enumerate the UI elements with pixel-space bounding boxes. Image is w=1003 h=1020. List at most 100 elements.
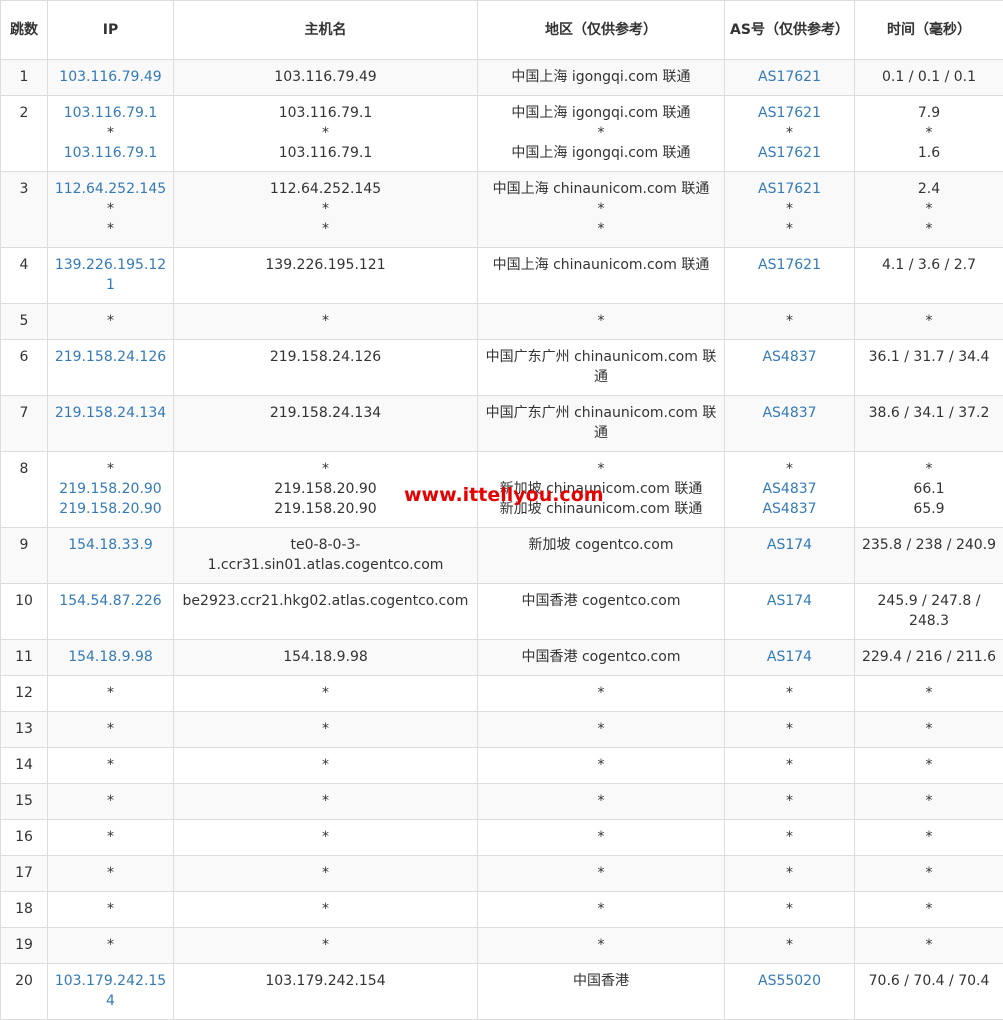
cell-time-line: * xyxy=(859,899,999,919)
cell-hop: 13 xyxy=(1,712,48,748)
asn-link[interactable]: AS55020 xyxy=(729,971,850,991)
asn-link[interactable]: AS4837 xyxy=(729,499,850,519)
cell-ip: 139.226.195.121 xyxy=(48,248,174,304)
cell-time: 2.4** xyxy=(855,172,1003,248)
ip-link[interactable]: 219.158.20.90 xyxy=(52,479,169,499)
cell-hop: 4 xyxy=(1,248,48,304)
asn-link: * xyxy=(729,899,850,919)
cell-asn: AS174 xyxy=(725,528,855,584)
asn-link[interactable]: AS4837 xyxy=(729,479,850,499)
cell-asn: *AS4837AS4837 xyxy=(725,452,855,528)
cell-hostname: 103.116.79.49 xyxy=(174,60,478,96)
ip-link[interactable]: 219.158.20.90 xyxy=(52,499,169,519)
cell-time: 38.6 / 34.1 / 37.2 xyxy=(855,396,1003,452)
cell-hop: 18 xyxy=(1,892,48,928)
asn-link[interactable]: AS174 xyxy=(729,647,850,667)
asn-link: * xyxy=(729,863,850,883)
table-row: 20103.179.242.154103.179.242.154中国香港AS55… xyxy=(1,964,1003,1020)
ip-link: * xyxy=(52,755,169,775)
cell-ip: * xyxy=(48,928,174,964)
asn-link[interactable]: AS174 xyxy=(729,535,850,555)
cell-region-line: * xyxy=(482,123,720,143)
cell-hostname-line: * xyxy=(178,459,473,479)
ip-link: * xyxy=(52,863,169,883)
asn-link: * xyxy=(729,219,850,239)
traceroute-table: 跳数 IP 主机名 地区（仅供参考） AS号（仅供参考） 时间（毫秒） 1103… xyxy=(0,0,1003,1020)
cell-hostname: te0-8-0-3-1.ccr31.sin01.atlas.cogentco.c… xyxy=(174,528,478,584)
cell-region: 中国上海 igongqi.com 联通 xyxy=(478,60,725,96)
ip-link[interactable]: 154.18.33.9 xyxy=(52,535,169,555)
cell-hostname: 103.116.79.1*103.116.79.1 xyxy=(174,96,478,172)
cell-region: 中国广东广州 chinaunicom.com 联通 xyxy=(478,396,725,452)
table-row: 2103.116.79.1*103.116.79.1103.116.79.1*1… xyxy=(1,96,1003,172)
ip-link[interactable]: 103.116.79.1 xyxy=(52,143,169,163)
cell-region-line: * xyxy=(482,219,720,239)
cell-hostname: * xyxy=(174,748,478,784)
cell-time-line: 245.9 / 247.8 / 248.3 xyxy=(859,591,999,631)
cell-ip: * xyxy=(48,856,174,892)
table-row: 4139.226.195.121139.226.195.121中国上海 chin… xyxy=(1,248,1003,304)
cell-time-line: 0.1 / 0.1 / 0.1 xyxy=(859,67,999,87)
cell-hostname-line: 103.179.242.154 xyxy=(178,971,473,991)
cell-region: * xyxy=(478,712,725,748)
cell-time: 0.1 / 0.1 / 0.1 xyxy=(855,60,1003,96)
cell-hostname-line: * xyxy=(178,311,473,331)
table-row: 17***** xyxy=(1,856,1003,892)
cell-time-line: * xyxy=(859,935,999,955)
cell-hop: 8 xyxy=(1,452,48,528)
asn-link[interactable]: AS174 xyxy=(729,591,850,611)
asn-link[interactable]: AS17621 xyxy=(729,255,850,275)
cell-time: * xyxy=(855,712,1003,748)
table-row: 12***** xyxy=(1,676,1003,712)
asn-link[interactable]: AS4837 xyxy=(729,403,850,423)
table-row: 13***** xyxy=(1,712,1003,748)
cell-region-line: 中国上海 igongqi.com 联通 xyxy=(482,143,720,163)
asn-link[interactable]: AS17621 xyxy=(729,143,850,163)
asn-link: * xyxy=(729,123,850,143)
cell-hostname-line: 112.64.252.145 xyxy=(178,179,473,199)
ip-link[interactable]: 219.158.24.126 xyxy=(52,347,169,367)
cell-time-line: * xyxy=(859,683,999,703)
table-row: 6219.158.24.126219.158.24.126中国广东广州 chin… xyxy=(1,340,1003,396)
ip-link[interactable]: 103.116.79.1 xyxy=(52,103,169,123)
cell-time-line: 1.6 xyxy=(859,143,999,163)
asn-link: * xyxy=(729,791,850,811)
cell-region-line: 中国上海 igongqi.com 联通 xyxy=(482,67,720,87)
asn-link[interactable]: AS4837 xyxy=(729,347,850,367)
cell-hop: 17 xyxy=(1,856,48,892)
cell-hop: 1 xyxy=(1,60,48,96)
ip-link[interactable]: 219.158.24.134 xyxy=(52,403,169,423)
ip-link[interactable]: 154.18.9.98 xyxy=(52,647,169,667)
asn-link[interactable]: AS17621 xyxy=(729,179,850,199)
cell-region: 中国上海 igongqi.com 联通*中国上海 igongqi.com 联通 xyxy=(478,96,725,172)
ip-link: * xyxy=(52,683,169,703)
header-hostname: 主机名 xyxy=(174,1,478,60)
asn-link[interactable]: AS17621 xyxy=(729,103,850,123)
ip-link[interactable]: 112.64.252.145 xyxy=(52,179,169,199)
cell-region-line: * xyxy=(482,863,720,883)
ip-link: * xyxy=(52,199,169,219)
cell-asn: * xyxy=(725,892,855,928)
cell-hostname: * xyxy=(174,928,478,964)
cell-region-line: * xyxy=(482,791,720,811)
cell-region-line: * xyxy=(482,683,720,703)
cell-hop: 2 xyxy=(1,96,48,172)
ip-link[interactable]: 154.54.87.226 xyxy=(52,591,169,611)
cell-hostname-line: * xyxy=(178,899,473,919)
cell-region-line: 新加坡 cogentco.com xyxy=(482,535,720,555)
cell-hostname: * xyxy=(174,304,478,340)
asn-link[interactable]: AS17621 xyxy=(729,67,850,87)
ip-link[interactable]: 103.116.79.49 xyxy=(52,67,169,87)
cell-region-line: * xyxy=(482,755,720,775)
cell-time: * xyxy=(855,304,1003,340)
cell-hostname-line: * xyxy=(178,683,473,703)
ip-link[interactable]: 139.226.195.121 xyxy=(52,255,169,295)
cell-hostname-line: be2923.ccr21.hkg02.atlas.cogentco.com xyxy=(178,591,473,611)
cell-region: 新加坡 cogentco.com xyxy=(478,528,725,584)
ip-link[interactable]: 103.179.242.154 xyxy=(52,971,169,1011)
table-row: 18***** xyxy=(1,892,1003,928)
ip-link: * xyxy=(52,459,169,479)
table-row: 19***** xyxy=(1,928,1003,964)
asn-link: * xyxy=(729,935,850,955)
cell-ip: * xyxy=(48,784,174,820)
